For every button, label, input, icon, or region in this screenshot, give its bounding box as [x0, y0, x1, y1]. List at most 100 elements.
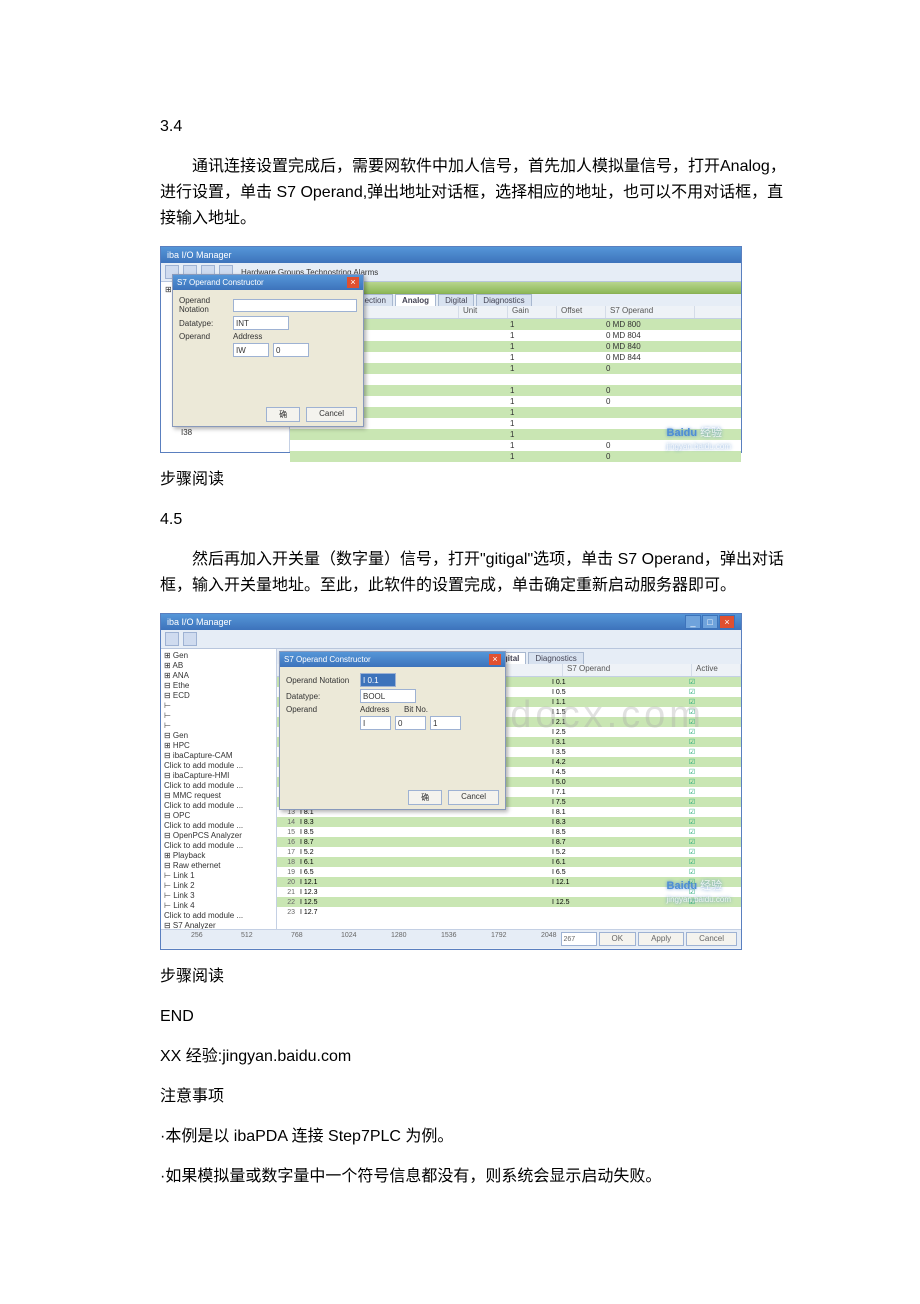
note-2: ·如果模拟量或数字量中一个符号信息都没有，则系统会显示启动失败。: [160, 1164, 790, 1190]
apply-button[interactable]: Apply: [638, 932, 684, 946]
tree-node[interactable]: ⊢: [164, 721, 273, 731]
table-row[interactable]: 15I 8.5I 8.5☑: [277, 827, 741, 837]
col-offset: Offset: [557, 306, 606, 318]
ruler-tick: 768: [291, 932, 303, 939]
tree-node[interactable]: ⊞ HPC: [164, 741, 273, 751]
label-operand-notation: Operand Notation: [179, 296, 229, 314]
table-row[interactable]: 1: [290, 429, 741, 440]
toolbar-icon[interactable]: [183, 632, 197, 646]
table-row[interactable]: 23I 12.7: [277, 907, 741, 917]
tree-node[interactable]: ⊟ OPC: [164, 811, 273, 821]
tree-node[interactable]: ⊞ Gen: [164, 651, 273, 661]
tree-node[interactable]: Click to add module ...: [164, 761, 273, 771]
step-3-4-number: 3.4: [160, 114, 790, 140]
tree-node[interactable]: Click to add module ...: [164, 821, 273, 831]
tab-digital[interactable]: Digital: [438, 294, 474, 306]
tree-node[interactable]: ⊢: [164, 711, 273, 721]
tree-node[interactable]: ⊟ Raw ethernet: [164, 861, 273, 871]
col-active: Active: [692, 664, 741, 676]
tree-node[interactable]: ⊟ Ethe: [164, 681, 273, 691]
tree-node[interactable]: I38: [165, 427, 285, 438]
step-read-2[interactable]: 步骤阅读: [160, 964, 790, 990]
screenshot-1: iba I/O Manager Hardware Groups Technost…: [160, 246, 742, 453]
tab-analog[interactable]: Analog: [395, 294, 436, 306]
tree-node[interactable]: Click to add module ...: [164, 841, 273, 851]
tree-node[interactable]: ⊢ Link 3: [164, 891, 273, 901]
ruler-tick: 256: [191, 932, 203, 939]
ruler-tick: 512: [241, 932, 253, 939]
tree-node[interactable]: ⊞ ANA: [164, 671, 273, 681]
screenshot-2: iba I/O Manager _ □ × ⊞ Gen⊞ AB⊞ ANA⊟ Et…: [160, 613, 742, 950]
step-4-5-number: 4.5: [160, 507, 790, 533]
operand-select[interactable]: I: [360, 716, 391, 730]
tree-node[interactable]: ⊞ Playback: [164, 851, 273, 861]
analog-grid[interactable]: Name Unit Gain Offset S7 Operand 10 MD 8…: [290, 306, 741, 462]
label-operand: Operand: [286, 705, 356, 714]
toolbar: [161, 630, 741, 649]
tab-diagnostics[interactable]: Diagnostics: [476, 294, 531, 306]
tree-node[interactable]: ⊢: [164, 701, 273, 711]
tree-node[interactable]: ⊢ Link 2: [164, 881, 273, 891]
operand-notation-input[interactable]: [233, 299, 357, 312]
table-row[interactable]: 21I 12.3☑: [277, 887, 741, 897]
tree-node[interactable]: ⊟ S7 Analyzer: [164, 921, 273, 929]
tree-node[interactable]: ⊟ MMC request: [164, 791, 273, 801]
table-row[interactable]: 20I 12.1I 12.1☑: [277, 877, 741, 887]
close-icon[interactable]: ×: [347, 277, 359, 288]
end-label: END: [160, 1004, 790, 1030]
tree-panel[interactable]: ⊞ Gen⊞ AB⊞ ANA⊟ Ethe⊟ ECD ⊢ ⊢ ⊢⊟ Gen⊞ HP…: [161, 649, 277, 929]
ruler-tick: 1280: [391, 932, 407, 939]
ruler-tick: 1536: [441, 932, 457, 939]
ok-button[interactable]: 确: [266, 407, 300, 422]
maximize-icon[interactable]: □: [702, 615, 718, 629]
table-row[interactable]: 10: [290, 440, 741, 451]
source-label: XX 经验:jingyan.baidu.com: [160, 1044, 790, 1070]
window-titlebar: iba I/O Manager: [161, 247, 741, 263]
table-row[interactable]: 16I 8.7I 8.7☑: [277, 837, 741, 847]
label-address: Address: [233, 332, 273, 341]
s7-operand-dialog: S7 Operand Constructor × Operand Notatio…: [172, 274, 364, 427]
address-select[interactable]: 0: [273, 343, 309, 357]
datatype-select[interactable]: INT: [233, 316, 289, 330]
datatype-select[interactable]: BOOL: [360, 689, 416, 703]
cancel-button[interactable]: Cancel: [448, 790, 499, 805]
ok-button[interactable]: 确: [408, 790, 442, 805]
col-s7operand: S7 Operand: [563, 664, 692, 676]
window-buttons: _ □ ×: [685, 615, 735, 629]
table-row[interactable]: 10: [290, 451, 741, 462]
tree-node[interactable]: Click to add module ...: [164, 911, 273, 921]
cancel-button[interactable]: Cancel: [306, 407, 357, 422]
tab-diagnostics[interactable]: Diagnostics: [528, 652, 583, 664]
tree-node[interactable]: Click to add module ...: [164, 801, 273, 811]
tree-node[interactable]: ⊟ ibaCapture-CAM: [164, 751, 273, 761]
close-icon[interactable]: ×: [719, 615, 735, 629]
notation-value[interactable]: I 0.1: [360, 673, 396, 687]
tree-node[interactable]: ⊞ AB: [164, 661, 273, 671]
table-row[interactable]: 14I 8.3I 8.3☑: [277, 817, 741, 827]
step-read-1[interactable]: 步骤阅读: [160, 467, 790, 493]
tree-node[interactable]: ⊟ ECD: [164, 691, 273, 701]
table-row[interactable]: 19I 6.5I 6.5☑: [277, 867, 741, 877]
window-title: iba I/O Manager: [167, 250, 232, 260]
tree-node[interactable]: ⊟ OpenPCS Analyzer: [164, 831, 273, 841]
ok-button[interactable]: OK: [599, 932, 637, 946]
toolbar-icon[interactable]: [165, 632, 179, 646]
tree-node[interactable]: ⊢ Link 4: [164, 901, 273, 911]
tree-node[interactable]: ⊢ Link 1: [164, 871, 273, 881]
operand-select[interactable]: IW: [233, 343, 269, 357]
value-input[interactable]: 267: [561, 932, 597, 946]
address-select[interactable]: 0: [395, 716, 426, 730]
close-icon[interactable]: ×: [489, 654, 501, 665]
table-row[interactable]: 17I 5.2I 5.2☑: [277, 847, 741, 857]
table-row[interactable]: 18I 6.1I 6.1☑: [277, 857, 741, 867]
ruler-tick: 1024: [341, 932, 357, 939]
tree-node[interactable]: Click to add module ...: [164, 781, 273, 791]
minimize-icon[interactable]: _: [685, 615, 701, 629]
cancel-button[interactable]: Cancel: [686, 932, 737, 946]
label-datatype: Datatype:: [179, 319, 229, 328]
label-operand-notation: Operand Notation: [286, 676, 356, 685]
tree-node[interactable]: ⊟ Gen: [164, 731, 273, 741]
tree-node[interactable]: ⊟ ibaCapture-HMI: [164, 771, 273, 781]
table-row[interactable]: 22I 12.5I 12.5☑: [277, 897, 741, 907]
bit-select[interactable]: 1: [430, 716, 461, 730]
